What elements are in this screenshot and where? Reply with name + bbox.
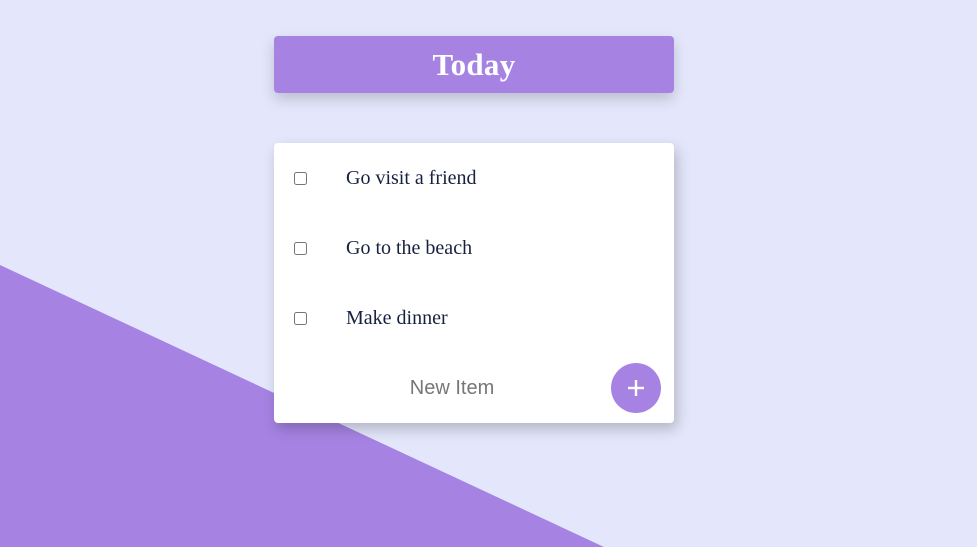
todo-item-label: Go to the beach	[346, 236, 473, 259]
todo-item-label: Make dinner	[346, 306, 448, 329]
todo-item-checkbox[interactable]	[294, 241, 307, 255]
plus-icon	[628, 380, 644, 396]
todo-item-checkbox[interactable]	[294, 171, 307, 185]
todo-item: Go visit a friend	[274, 143, 674, 213]
new-item-input[interactable]	[364, 371, 540, 405]
new-item-form	[274, 353, 674, 423]
todo-item: Make dinner	[274, 283, 674, 353]
todo-card: Go visit a friend Go to the beach Make d…	[274, 143, 674, 423]
header-banner: Today	[274, 36, 674, 93]
page-title: Today	[432, 46, 516, 82]
add-item-button[interactable]	[611, 363, 661, 413]
todo-item-label: Go visit a friend	[346, 166, 477, 189]
todo-item-checkbox[interactable]	[294, 311, 307, 325]
todo-item: Go to the beach	[274, 213, 674, 283]
